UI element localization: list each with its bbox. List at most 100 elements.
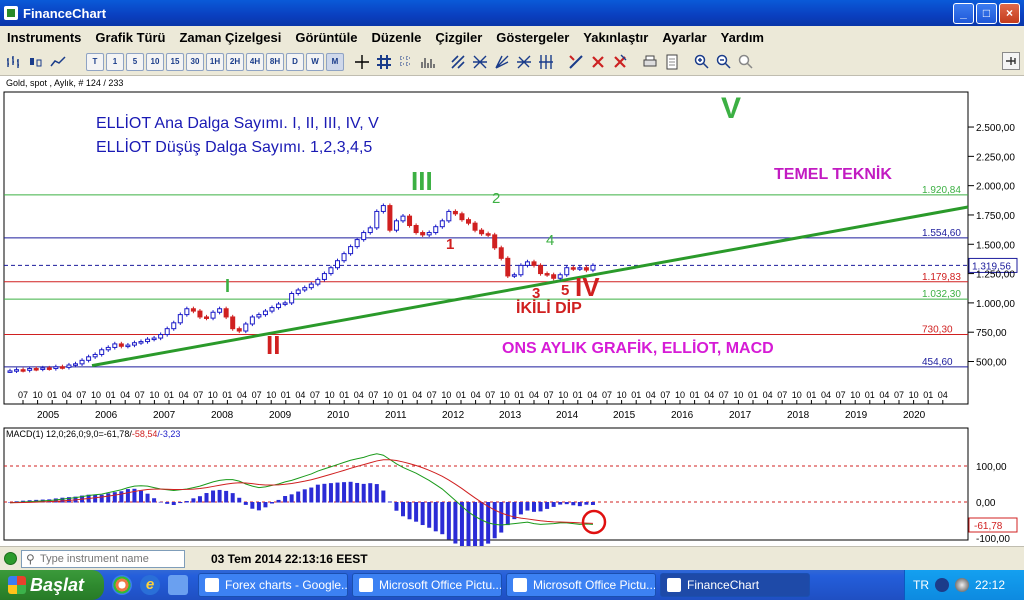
price-tick-label: 1.250,00 (976, 270, 1015, 281)
elliot-main-label: ELLİOT Ana Dalga Sayımı. I, II, III, IV,… (96, 115, 379, 132)
macd-histogram-bar (551, 502, 556, 507)
delete-all-icon[interactable] (610, 52, 630, 72)
dotted-grid-icon[interactable] (396, 52, 416, 72)
menu-indicators[interactable]: Göstergeler (489, 30, 576, 45)
timeframe-daily[interactable]: D (286, 52, 304, 71)
candle-body (407, 215, 413, 227)
print-icon[interactable] (640, 52, 660, 72)
month-tick-label: 10 (208, 390, 218, 400)
macd-histogram-bar (158, 501, 163, 503)
menu-view[interactable]: Görüntüle (288, 30, 364, 45)
instrument-search-input[interactable] (21, 549, 185, 568)
candle-body (236, 328, 242, 332)
language-indicator[interactable]: TR (913, 578, 929, 592)
macd-histogram-bar (276, 499, 281, 503)
timeframe-1m[interactable]: 1 (106, 52, 124, 71)
zoom-reset-icon[interactable] (736, 52, 756, 72)
fan-icon[interactable] (492, 52, 512, 72)
year-label: 2017 (729, 410, 752, 421)
macd-histogram-bar (60, 497, 65, 503)
arc-icon[interactable] (514, 52, 534, 72)
month-tick-label: 07 (719, 390, 729, 400)
menu-settings[interactable]: Ayarlar (655, 30, 713, 45)
task-office-picture-2[interactable]: Microsoft Office Pictu... (506, 573, 656, 597)
draw-line-icon[interactable] (566, 52, 586, 72)
menu-chart-type[interactable]: Grafik Türü (88, 30, 172, 45)
month-tick-label: 07 (18, 390, 28, 400)
print-preview-icon[interactable] (662, 52, 682, 72)
timeframe-15m[interactable]: 15 (166, 52, 184, 71)
month-tick-label: 04 (412, 390, 422, 400)
price-tick-label: 1.000,00 (976, 299, 1015, 310)
candle-body (262, 310, 268, 316)
timeframe-1h[interactable]: 1H (206, 52, 224, 71)
menu-lines[interactable]: Çizgiler (428, 30, 489, 45)
minimize-button[interactable]: _ (953, 3, 974, 24)
task-office-picture-1[interactable]: Microsoft Office Pictu... (352, 573, 502, 597)
month-tick-label: 01 (631, 390, 641, 400)
macd-histogram-bar (204, 493, 209, 503)
timeframe-10m[interactable]: 10 (146, 52, 164, 71)
month-tick-label: 07 (368, 390, 378, 400)
menu-help[interactable]: Yardım (714, 30, 771, 45)
start-button[interactable]: Başlat (0, 570, 104, 600)
channel-icon[interactable] (448, 52, 468, 72)
month-tick-label: 01 (514, 390, 524, 400)
timeframe-8h[interactable]: 8H (266, 52, 284, 71)
month-tick-label: 01 (748, 390, 758, 400)
line-chart-icon[interactable] (48, 52, 68, 72)
year-label: 2019 (845, 410, 868, 421)
macd-label-main: MACD(1) 12,0;26,0;9,0=-61,78/ (6, 429, 132, 439)
ie-icon[interactable]: e (140, 575, 160, 595)
task-label: Microsoft Office Pictu... (379, 578, 502, 592)
grid-icon[interactable] (374, 52, 394, 72)
zoom-in-icon[interactable] (692, 52, 712, 72)
chrome-icon[interactable] (112, 575, 132, 595)
macd-histogram-bar (479, 502, 484, 546)
chart-area[interactable]: 1.920,84 1.554,60 1.319,56 1.179,83 1.032,30… (0, 76, 1024, 546)
month-tick-label: 04 (62, 390, 72, 400)
fibonacci-icon[interactable] (470, 52, 490, 72)
menu-instruments[interactable]: Instruments (0, 30, 88, 45)
network-icon[interactable] (955, 578, 969, 592)
candle-body (557, 274, 563, 279)
timeframe-30m[interactable]: 30 (186, 52, 204, 71)
macd-histogram-bar (505, 502, 510, 526)
delete-icon[interactable] (588, 52, 608, 72)
menu-edit[interactable]: Düzenle (364, 30, 428, 45)
task-forex-charts[interactable]: Forex charts - Google... (198, 573, 348, 597)
month-tick-label: 04 (120, 390, 130, 400)
timeframe-5m[interactable]: 5 (126, 52, 144, 71)
timeframe-weekly[interactable]: W (306, 52, 324, 71)
menu-timeframe[interactable]: Zaman Çizelgesi (172, 30, 288, 45)
bar-chart-icon[interactable] (4, 52, 24, 72)
candle-body (125, 344, 131, 348)
month-tick-label: 07 (193, 390, 203, 400)
tray-app-icon[interactable] (935, 578, 949, 592)
year-label: 2010 (327, 410, 350, 421)
timeframe-monthly[interactable]: M (326, 52, 344, 71)
candle-body (276, 303, 282, 309)
crosshair-icon[interactable] (352, 52, 372, 72)
candlestick-icon[interactable] (26, 52, 46, 72)
task-financechart[interactable]: FinanceChart (660, 573, 810, 597)
menu-zoom[interactable]: Yakınlaştır (576, 30, 655, 45)
timeframe-tick[interactable]: T (86, 52, 104, 71)
cycle-lines-icon[interactable] (536, 52, 556, 72)
month-tick-label: 01 (456, 390, 466, 400)
timeframe-4h[interactable]: 4H (246, 52, 264, 71)
macd-histogram-bar (315, 484, 320, 503)
volume-icon[interactable] (418, 52, 438, 72)
timeframe-2h[interactable]: 2H (226, 52, 244, 71)
zoom-out-icon[interactable] (714, 52, 734, 72)
candle-body (14, 369, 20, 372)
candle-body (492, 234, 498, 249)
month-tick-label: 10 (792, 390, 802, 400)
month-tick-label: 07 (602, 390, 612, 400)
month-tick-label: 04 (529, 390, 539, 400)
close-button[interactable]: × (999, 3, 1020, 24)
maximize-button[interactable]: □ (976, 3, 997, 24)
pin-icon[interactable] (1002, 52, 1020, 70)
candle-body (590, 264, 596, 271)
desktop-icon[interactable] (168, 575, 188, 595)
